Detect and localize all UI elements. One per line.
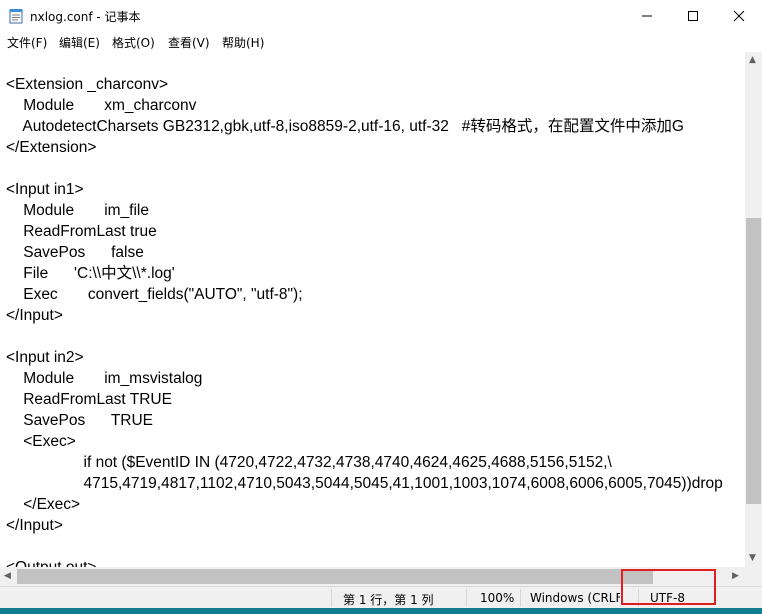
editor-line: AutodetectCharsets GB2312,gbk,utf-8,iso8… [6, 118, 684, 135]
encoding-highlight-box [621, 569, 716, 605]
scroll-up-arrow-icon[interactable]: ▲ [749, 56, 756, 65]
vertical-scroll-thumb[interactable] [746, 218, 761, 504]
status-divider [331, 589, 332, 607]
editor-line: if not ($EventID IN (4720,4722,4732,4738… [6, 454, 612, 471]
scroll-down-arrow-icon[interactable]: ▼ [749, 554, 756, 563]
close-icon [733, 10, 745, 22]
editor-line: File 'C:\\中文\\*.log' [6, 265, 175, 282]
close-button[interactable] [716, 0, 762, 32]
maximize-icon [688, 11, 698, 21]
editor-line: <Extension _charconv> [6, 76, 168, 93]
editor-line: ReadFromLast true [6, 223, 157, 240]
status-divider [466, 589, 467, 607]
editor-line: ReadFromLast TRUE [6, 391, 172, 408]
menu-view[interactable]: 查看(V) [168, 34, 210, 51]
text-editor[interactable]: <Extension _charconv> Module xm_charconv… [0, 52, 745, 567]
editor-line: </Input> [6, 517, 63, 534]
editor-line: <Output out> [6, 557, 97, 567]
minimize-icon [642, 15, 652, 17]
editor-line: SavePos false [6, 244, 144, 261]
minimize-button[interactable] [624, 0, 670, 32]
editor-line: Exec convert_fields("AUTO", "utf-8"); [6, 286, 303, 303]
editor-line: </Exec> [6, 496, 81, 513]
menu-bar: 文件(F) 编辑(E) 格式(O) 查看(V) 帮助(H) [0, 32, 762, 52]
editor-line: SavePos TRUE [6, 412, 154, 429]
editor-line: <Input in2> [6, 349, 84, 366]
menu-file[interactable]: 文件(F) [7, 34, 47, 51]
status-divider [520, 589, 521, 607]
notepad-app-icon [9, 9, 23, 24]
status-line-ending: Windows (CRLF) [530, 591, 620, 605]
horizontal-scroll-thumb[interactable] [17, 569, 653, 584]
vertical-scrollbar[interactable]: ▲ ▼ [745, 52, 762, 567]
maximize-button[interactable] [670, 0, 716, 32]
editor-line: Module xm_charconv [6, 97, 197, 114]
menu-help[interactable]: 帮助(H) [222, 34, 264, 51]
editor-line: </Input> [6, 307, 63, 324]
status-zoom: 100% [480, 591, 515, 605]
editor-line: Module im_msvistalog [6, 370, 203, 387]
scroll-right-arrow-icon[interactable]: ▶ [732, 572, 739, 581]
editor-line: <Input in1> [6, 181, 84, 198]
taskbar-strip [0, 608, 762, 614]
window-title: nxlog.conf - 记事本 [30, 10, 141, 24]
menu-edit[interactable]: 编辑(E) [59, 34, 100, 51]
editor-line: <Exec> [6, 433, 76, 450]
title-bar: nxlog.conf - 记事本 [0, 0, 762, 32]
editor-line: Module im_file [6, 202, 149, 219]
scroll-left-arrow-icon[interactable]: ◀ [4, 572, 11, 581]
status-cursor-position: 第 1 行，第 1 列 [343, 593, 434, 607]
editor-line: </Extension> [6, 139, 97, 156]
menu-format[interactable]: 格式(O) [112, 34, 155, 51]
editor-line: 4715,4719,4817,1102,4710,5043,5044,5045,… [6, 475, 723, 492]
scrollbar-corner [745, 567, 762, 586]
